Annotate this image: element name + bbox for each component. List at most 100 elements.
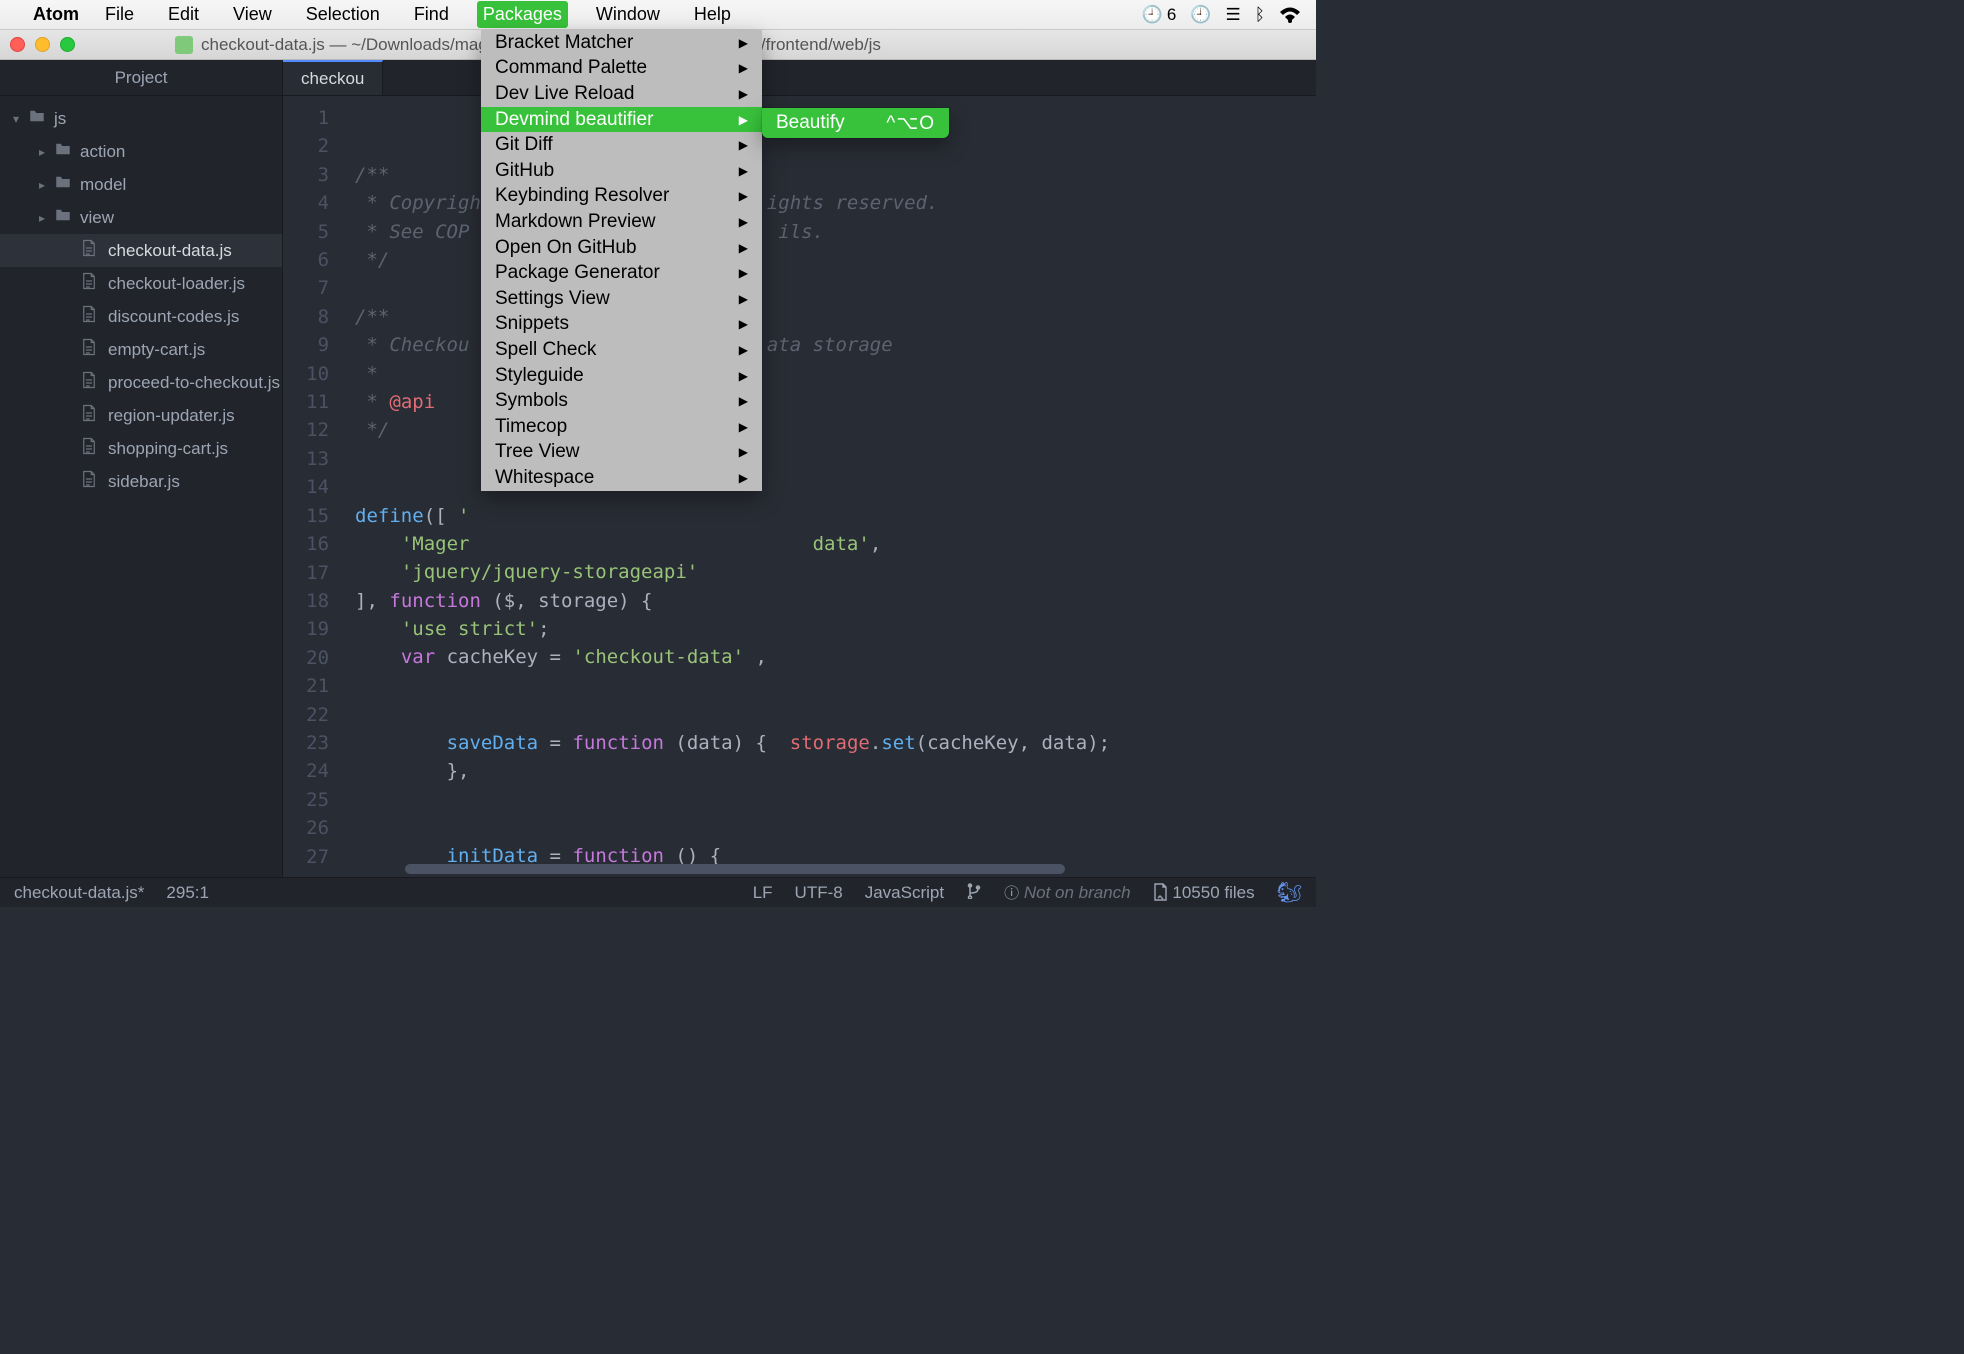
chevron-right-icon: ▶ <box>739 317 748 331</box>
menu-edit[interactable]: Edit <box>162 1 205 28</box>
dropdown-item[interactable]: Markdown Preview▶ <box>481 209 762 235</box>
menu-selection[interactable]: Selection <box>300 1 386 28</box>
dropdown-label: Keybinding Resolver <box>495 185 669 207</box>
dropdown-item[interactable]: Tree View▶ <box>481 440 762 466</box>
status-branch[interactable]: ⓘ Not on branch <box>1004 882 1131 903</box>
scrollbar-thumb[interactable] <box>405 864 1065 874</box>
menu-file[interactable]: File <box>99 1 140 28</box>
chevron-right-icon: ▶ <box>739 420 748 434</box>
dropdown-item[interactable]: Whitespace ▶ <box>481 465 762 491</box>
dropdown-item[interactable]: GitHub▶ <box>481 158 762 184</box>
maximize-button[interactable] <box>60 37 75 52</box>
tree-file[interactable]: shopping-cart.js <box>0 432 282 465</box>
dropdown-item[interactable]: Settings View▶ <box>481 286 762 312</box>
chevron-down-icon: ▾ <box>8 112 24 126</box>
tree-file[interactable]: region-updater.js <box>0 399 282 432</box>
chevron-right-icon: ▶ <box>739 471 748 485</box>
tree-folder[interactable]: ▸ model <box>0 168 282 201</box>
menu-help[interactable]: Help <box>688 1 737 28</box>
horizontal-scrollbar[interactable] <box>405 864 1316 877</box>
dropdown-item[interactable]: Devmind beautifier▶ <box>481 107 762 133</box>
status-line-ending[interactable]: LF <box>753 883 773 903</box>
dropdown-item[interactable]: Git Diff▶ <box>481 132 762 158</box>
tree-folder[interactable]: ▸action <box>0 135 282 168</box>
file-icon <box>80 305 98 328</box>
chevron-right-icon: ▸ <box>34 178 50 192</box>
dropdown-label: Bracket Matcher <box>495 32 633 54</box>
traffic-lights <box>10 37 75 52</box>
dropdown-item[interactable]: Styleguide▶ <box>481 363 762 389</box>
tree-file[interactable]: proceed-to-checkout.js <box>0 366 282 399</box>
menu-window[interactable]: Window <box>590 1 666 28</box>
minimize-button[interactable] <box>35 37 50 52</box>
dropdown-label: Timecop <box>495 416 567 438</box>
folder-label: model <box>80 175 126 195</box>
file-label: proceed-to-checkout.js <box>108 373 280 393</box>
tree-folder[interactable]: ▸view <box>0 201 282 234</box>
folder-icon <box>54 140 72 163</box>
dropdown-item[interactable]: Symbols▶ <box>481 388 762 414</box>
dropdown-label: Tree View <box>495 441 579 463</box>
dropdown-item[interactable]: Command Palette▶ <box>481 56 762 82</box>
app-name[interactable]: Atom <box>33 4 79 25</box>
dropdown-item[interactable]: Dev Live Reload ▶ <box>481 81 762 107</box>
tree-file[interactable]: discount-codes.js <box>0 300 282 333</box>
dropdown-item[interactable]: Timecop ▶ <box>481 414 762 440</box>
menu-view[interactable]: View <box>227 1 278 28</box>
status-icon-3[interactable]: ☰ <box>1226 5 1241 25</box>
tree-file[interactable]: empty-cart.js <box>0 333 282 366</box>
close-button[interactable] <box>10 37 25 52</box>
status-cursor-position[interactable]: 295:1 <box>166 883 209 903</box>
folder-icon <box>28 107 46 130</box>
tab-bar: checkou <box>283 60 1316 96</box>
file-label: checkout-data.js <box>108 241 232 261</box>
file-label: empty-cart.js <box>108 340 205 360</box>
tree-file[interactable]: sidebar.js <box>0 465 282 498</box>
status-icon-1[interactable]: 🕘 6 <box>1142 5 1177 25</box>
dropdown-item[interactable]: Keybinding Resolver▶ <box>481 184 762 210</box>
file-icon <box>80 338 98 361</box>
dropdown-item[interactable]: Snippets▶ <box>481 312 762 338</box>
editor-panel: checkou 12345678910111213141516171819202… <box>283 60 1316 877</box>
bluetooth-icon[interactable]: ᛒ <box>1255 5 1265 25</box>
status-files[interactable]: 10550 files <box>1153 883 1255 903</box>
folder-label: action <box>80 142 125 162</box>
beautifier-submenu: Beautify ^⌥O <box>762 108 949 138</box>
file-label: region-updater.js <box>108 406 235 426</box>
file-icon <box>80 371 98 394</box>
tree-file[interactable]: checkout-loader.js <box>0 267 282 300</box>
dropdown-item[interactable]: Bracket Matcher▶ <box>481 30 762 56</box>
dropdown-label: Dev Live Reload <box>495 83 634 105</box>
tab-label: checkou <box>301 69 364 89</box>
dropdown-item[interactable]: Spell Check▶ <box>481 337 762 363</box>
status-icon-2[interactable]: 🕘 <box>1190 5 1211 25</box>
file-icon <box>80 404 98 427</box>
chevron-right-icon: ▶ <box>739 138 748 152</box>
dropdown-label: Whitespace <box>495 467 594 489</box>
status-language[interactable]: JavaScript <box>865 883 944 903</box>
wifi-icon[interactable] <box>1279 7 1301 23</box>
chevron-right-icon: ▶ <box>739 87 748 101</box>
status-encoding[interactable]: UTF-8 <box>795 883 843 903</box>
line-gutter: 1234567891011121314151617181920212223242… <box>283 96 343 877</box>
status-filename[interactable]: checkout-data.js* <box>14 883 144 903</box>
git-branch-icon[interactable] <box>966 881 982 904</box>
chevron-right-icon: ▶ <box>739 164 748 178</box>
squirrel-icon[interactable]: 🐿 <box>1277 880 1302 905</box>
dropdown-label: Command Palette <box>495 57 647 79</box>
chevron-right-icon: ▶ <box>739 241 748 255</box>
menu-find[interactable]: Find <box>408 1 455 28</box>
dropdown-item[interactable]: Open On GitHub▶ <box>481 235 762 261</box>
menu-packages[interactable]: Packages <box>477 1 568 28</box>
tab-active[interactable]: checkou <box>283 60 383 95</box>
tree-file[interactable]: checkout-data.js <box>0 234 282 267</box>
status-bar: checkout-data.js* 295:1 LF UTF-8 JavaScr… <box>0 877 1316 907</box>
dropdown-label: Devmind beautifier <box>495 109 653 131</box>
submenu-item[interactable]: Beautify <box>776 112 845 134</box>
tree-root[interactable]: ▾ js <box>0 102 282 135</box>
tree-root-label: js <box>54 109 66 129</box>
file-icon <box>80 470 98 493</box>
code-editor[interactable]: 1234567891011121314151617181920212223242… <box>283 96 1316 877</box>
dropdown-item[interactable]: Package Generator▶ <box>481 260 762 286</box>
packages-dropdown: Bracket Matcher▶Command Palette▶Dev Live… <box>481 30 762 491</box>
